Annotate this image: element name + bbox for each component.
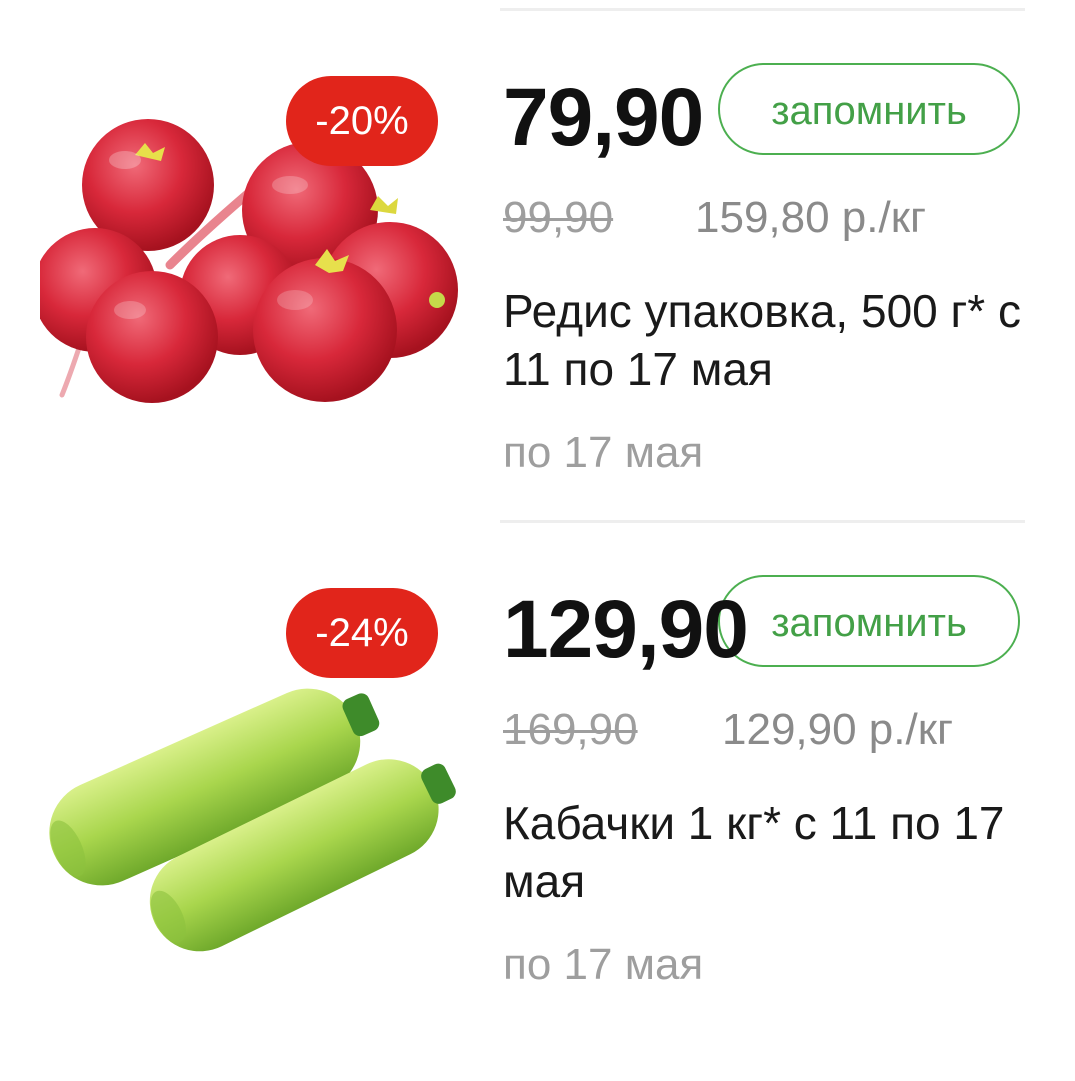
unit-price: 129,90 р./кг [722,705,954,754]
unit-price: 159,80 р./кг [695,193,927,242]
remember-button[interactable]: запомнить [718,63,1020,155]
product-card[interactable]: -24% 129,90 запомнить 169,90 129,90 р./к… [0,512,1075,1024]
valid-until: по 17 мая [503,428,704,477]
product-card[interactable]: -20% 79,90 запомнить 99,90 159,80 р./кг … [0,0,1075,512]
current-price: 79,90 [503,72,704,163]
discount-badge: -20% [286,76,438,166]
product-title[interactable]: Кабачки 1 кг* с 11 по 17 мая [503,794,1023,910]
product-image[interactable] [40,672,460,972]
product-list: -20% 79,90 запомнить 99,90 159,80 р./кг … [0,0,1075,1081]
current-price: 129,90 [503,584,749,675]
zucchini-image [49,688,456,952]
old-price: 169,90 [503,705,638,754]
discount-badge: -24% [286,588,438,678]
valid-until: по 17 мая [503,940,704,989]
product-title[interactable]: Редис упаковка, 500 г* с 11 по 17 мая [503,282,1023,398]
remember-button[interactable]: запомнить [718,575,1020,667]
old-price: 99,90 [503,193,614,242]
